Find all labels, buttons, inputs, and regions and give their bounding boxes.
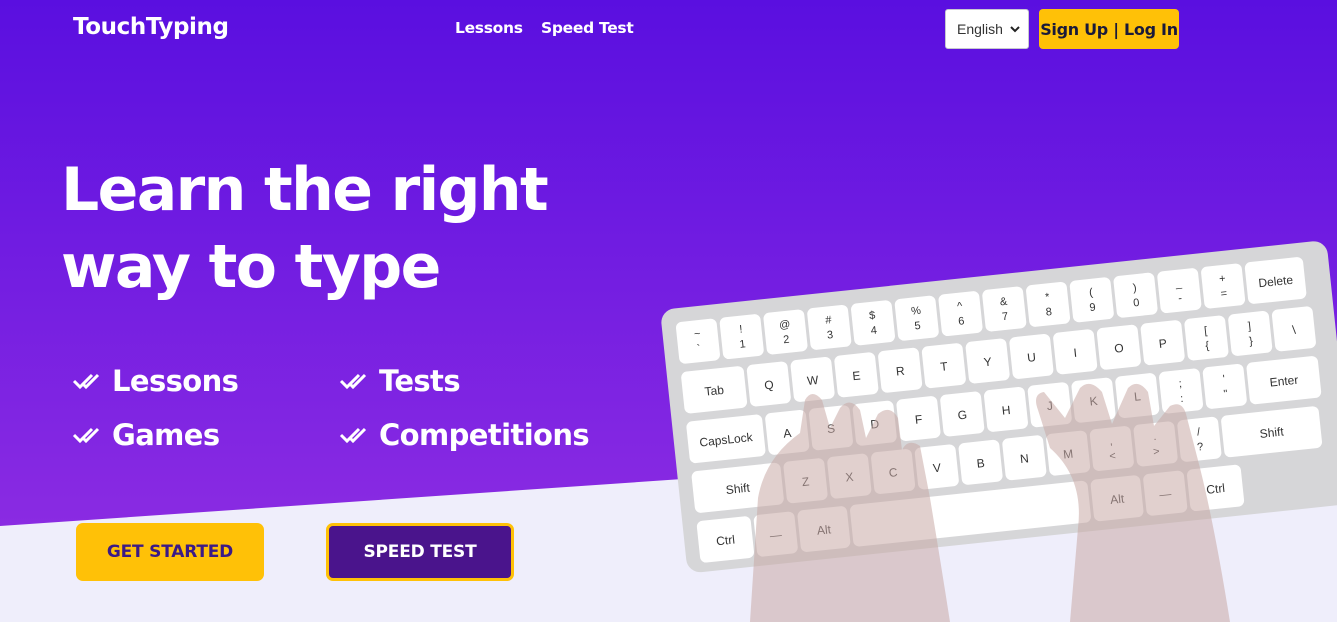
keyboard-key-label: P	[1158, 336, 1167, 351]
keyboard-key	[1202, 363, 1247, 409]
keyboard-key-label: 5	[914, 320, 921, 333]
get-started-button[interactable]: GET STARTED	[76, 523, 264, 581]
keyboard-key-label: @	[779, 318, 791, 331]
keyboard-key-label: G	[957, 408, 968, 423]
keyboard-key	[1069, 277, 1114, 323]
keyboard-key	[675, 318, 720, 364]
keyboard-key-label: Tab	[704, 383, 725, 399]
keyboard-key-label: 1	[739, 338, 746, 351]
feature-lessons: Lessons	[72, 364, 239, 398]
feature-label: Lessons	[112, 364, 239, 398]
keyboard-key-label: 4	[870, 324, 877, 337]
feature-tests: Tests	[339, 364, 461, 398]
keyboard-key-label: R	[895, 364, 905, 379]
keyboard-key-label: F	[914, 412, 923, 427]
keyboard-key-label: =	[1220, 288, 1228, 301]
double-check-icon	[72, 373, 100, 390]
keyboard-key-label: H	[1001, 403, 1011, 418]
keyboard-illustration: ~`!1@2#3$4%5^6&7*8(9)0_-+=DeleteTab Q W E R T…	[661, 241, 1337, 622]
keyboard-key-label: A	[783, 426, 792, 441]
double-check-icon	[72, 427, 100, 444]
keyboard-key	[763, 309, 808, 355]
keyboard-key	[1113, 272, 1158, 318]
keyboard-key-label: Ctrl	[1206, 481, 1226, 497]
nav-speed-test-link[interactable]: Speed Test	[541, 19, 634, 37]
keyboard-key-label: Y	[983, 355, 992, 370]
keyboard-key-label: U	[1026, 350, 1036, 365]
feature-label: Competitions	[379, 418, 590, 452]
feature-label: Tests	[379, 364, 461, 398]
keyboard-key-label: ?	[1197, 441, 1204, 454]
keyboard-key	[719, 314, 764, 360]
nav-lessons-link[interactable]: Lessons	[455, 19, 523, 37]
keyboard-key	[1201, 263, 1246, 309]
keyboard-key-label: O	[1114, 341, 1125, 356]
keyboard-key-label: 6	[958, 315, 965, 328]
keyboard-key	[807, 304, 852, 350]
feature-games: Games	[72, 418, 220, 452]
keyboard-key-label: W	[806, 373, 819, 388]
keyboard-key-label: E	[852, 368, 861, 383]
keyboard-key-label: 0	[1133, 297, 1140, 310]
language-select-value: English	[957, 21, 1003, 37]
keyboard-key-label: 8	[1045, 306, 1052, 319]
keyboard-key	[982, 286, 1027, 332]
keyboard-key	[1026, 281, 1071, 327]
speed-test-button[interactable]: SPEED TEST	[326, 523, 514, 581]
keyboard-key-label: 2	[783, 334, 790, 347]
feature-label: Games	[112, 418, 220, 452]
double-check-icon	[339, 373, 367, 390]
keyboard-key-label: 7	[1001, 311, 1008, 324]
keyboard-key-label: 9	[1089, 301, 1096, 314]
keyboard-key-label: B	[976, 456, 985, 471]
logo[interactable]: TouchTyping	[73, 14, 229, 40]
keyboard-key	[1184, 315, 1229, 361]
keyboard-key	[1157, 268, 1202, 314]
keyboard-key-label: Enter	[1269, 373, 1299, 390]
keyboard-key-label: 3	[826, 329, 833, 342]
keyboard-key-label: V	[932, 461, 941, 476]
language-select[interactable]: English	[945, 9, 1029, 49]
keyboard-key-label: Q	[764, 378, 775, 393]
feature-competitions: Competitions	[339, 418, 590, 452]
top-navbar: TouchTyping Lessons Speed Test English S…	[0, 0, 1337, 60]
double-check-icon	[339, 427, 367, 444]
keyboard-key	[851, 300, 895, 346]
signup-login-button[interactable]: Sign Up | Log In	[1039, 9, 1179, 49]
keyboard-key-label: $	[869, 310, 876, 323]
headline-line-2: way to type	[61, 232, 441, 302]
keyboard-key	[894, 295, 939, 341]
headline-line-1: Learn the right	[61, 155, 549, 225]
keyboard-key-label: Shift	[1259, 424, 1285, 441]
keyboard-key-label: N	[1019, 451, 1029, 466]
keyboard-key-label: +	[1219, 273, 1227, 286]
keyboard-key-label: Ctrl	[716, 532, 736, 548]
keyboard-key-label: %	[911, 305, 922, 318]
hero-headline: Learn the right way to type	[61, 152, 621, 306]
keyboard-key	[1228, 311, 1273, 356]
keyboard-key-label: Shift	[725, 481, 751, 498]
keyboard-key	[938, 291, 983, 337]
chevron-down-icon	[1010, 26, 1020, 33]
keyboard-key-label: ~	[693, 328, 701, 341]
